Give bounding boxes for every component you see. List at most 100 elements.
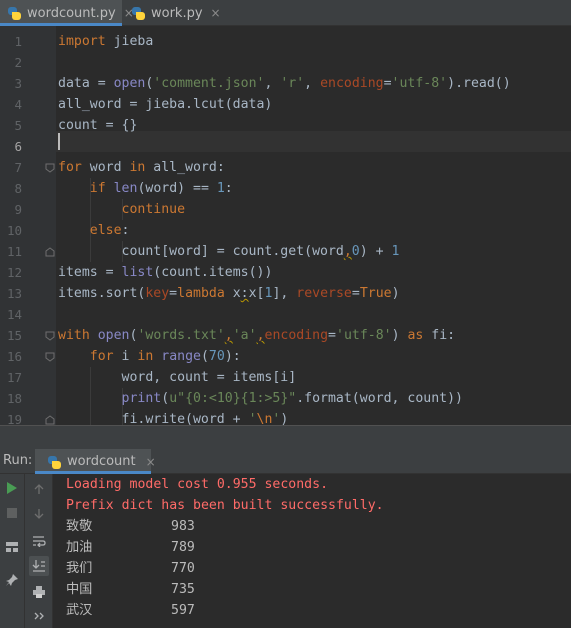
console-output[interactable]: Loading model cost 0.955 seconds. Prefix… <box>54 474 571 628</box>
run-tool-header: Run: wordcount × <box>0 449 571 474</box>
layout-icon[interactable] <box>2 537 22 557</box>
code-token: ( <box>161 391 170 406</box>
code-token: continue <box>121 202 186 217</box>
console-row: 加油 789 <box>66 537 195 558</box>
fold-expand-icon[interactable] <box>45 352 55 362</box>
console-message: Prefix dict has been built successfully. <box>66 498 384 513</box>
line-number: 4 <box>14 97 22 112</box>
code-line: with open('words.txt','a',encoding='utf-… <box>58 325 455 346</box>
fold-end-icon[interactable] <box>45 415 55 425</box>
code-token: : <box>240 286 249 301</box>
code-token: = <box>351 286 360 301</box>
code-token: count[word] = count.get(word <box>58 244 344 259</box>
code-line: import jieba <box>58 31 153 52</box>
code-line: for i in range(70): <box>58 346 241 367</box>
code-token: items.sort( <box>58 286 146 301</box>
line-number: 10 <box>6 223 22 238</box>
fold-end-icon[interactable] <box>45 247 55 257</box>
code-token: ).read() <box>447 76 511 91</box>
code-token: count = {} <box>58 118 138 133</box>
code-line: count[word] = count.get(word,0) + 1 <box>58 241 400 262</box>
tab-wordcount-py[interactable]: wordcount.py × <box>0 0 134 26</box>
line-number: 15 <box>6 328 22 343</box>
up-arrow-icon[interactable] <box>29 479 49 499</box>
line-number: 9 <box>14 202 22 217</box>
code-token: with <box>58 328 90 343</box>
fold-expand-icon[interactable] <box>45 163 55 173</box>
code-token: open <box>97 328 130 343</box>
code-token: jieba <box>105 34 154 49</box>
rerun-icon[interactable] <box>2 478 22 498</box>
code-line: items = list(count.items()) <box>58 262 272 283</box>
code-token: x <box>224 286 241 301</box>
code-token: range <box>161 349 201 364</box>
code-token: print <box>121 391 162 406</box>
code-token: if <box>89 181 106 196</box>
code-line: word, count = items[i] <box>58 367 297 388</box>
code-token: 70 <box>208 349 225 364</box>
run-tab-label: wordcount <box>67 454 136 469</box>
word-cell: 致敬 <box>66 519 93 534</box>
code-line: data = open('comment.json', 'r', encodin… <box>58 73 511 94</box>
scroll-to-end-icon[interactable] <box>29 556 49 576</box>
code-line: if len(word) == 1: <box>58 178 233 199</box>
code-token: 'comment.json' <box>153 76 265 91</box>
code-token: items = <box>58 265 122 280</box>
code-line: all_word = jieba.lcut(data) <box>58 94 272 115</box>
python-file-icon <box>7 6 21 20</box>
line-number: 5 <box>14 118 22 133</box>
down-arrow-icon[interactable] <box>29 504 49 524</box>
console-row: 中国 735 <box>66 579 195 600</box>
close-icon[interactable]: × <box>146 455 156 469</box>
fold-expand-icon[interactable] <box>45 331 55 341</box>
code-token: 1 <box>391 244 400 259</box>
tab-run-wordcount[interactable]: wordcount × <box>35 449 156 474</box>
code-token: , <box>256 328 265 343</box>
code-token: True <box>359 286 392 301</box>
code-token: .format(word, count)) <box>296 391 463 406</box>
code-token: all_word: <box>145 160 225 175</box>
code-line: items.sort(key=lambda x:x[1], reverse=Tr… <box>58 283 400 304</box>
code-token: , <box>264 76 281 91</box>
code-token: = <box>383 76 392 91</box>
code-token: (count.items()) <box>153 265 273 280</box>
code-line: for word in all_word: <box>58 157 225 178</box>
code-token: fi: <box>423 328 456 343</box>
code-token: list <box>121 265 154 280</box>
line-number: 13 <box>6 286 22 301</box>
run-label: Run: <box>3 453 33 468</box>
tab-work-py[interactable]: work.py × <box>124 0 222 26</box>
stop-icon[interactable] <box>2 503 22 523</box>
close-icon[interactable]: × <box>211 6 221 20</box>
code-token: 0 <box>351 244 360 259</box>
line-number: 18 <box>6 391 22 406</box>
line-number-gutter[interactable]: 1 2 3 4 5 6 7 8 9 10 11 12 13 14 15 16 17 18 19 <box>0 26 56 427</box>
pin-icon[interactable] <box>2 570 22 590</box>
code-token: data = <box>58 76 114 91</box>
code-token: encoding <box>320 76 384 91</box>
more-icon[interactable] <box>29 606 49 626</box>
code-token: ) <box>391 286 400 301</box>
line-number: 17 <box>6 370 22 385</box>
count-cell: 789 <box>171 540 195 555</box>
code-token: as <box>407 328 424 343</box>
line-number: 6 <box>14 139 22 154</box>
code-token: : <box>121 223 130 238</box>
code-token: encoding <box>264 328 329 343</box>
code-token: (word) == <box>137 181 217 196</box>
code-token: ) + <box>359 244 392 259</box>
code-editor[interactable]: import jieba data = open('comment.json', … <box>56 26 571 430</box>
code-token: else <box>89 223 122 238</box>
soft-wrap-icon[interactable] <box>29 531 49 551</box>
console-row: 致敬 983 <box>66 516 195 537</box>
code-token: for <box>89 349 114 364</box>
print-icon[interactable] <box>29 582 49 602</box>
code-token: 1 <box>216 181 225 196</box>
code-token: lambda <box>177 286 225 301</box>
